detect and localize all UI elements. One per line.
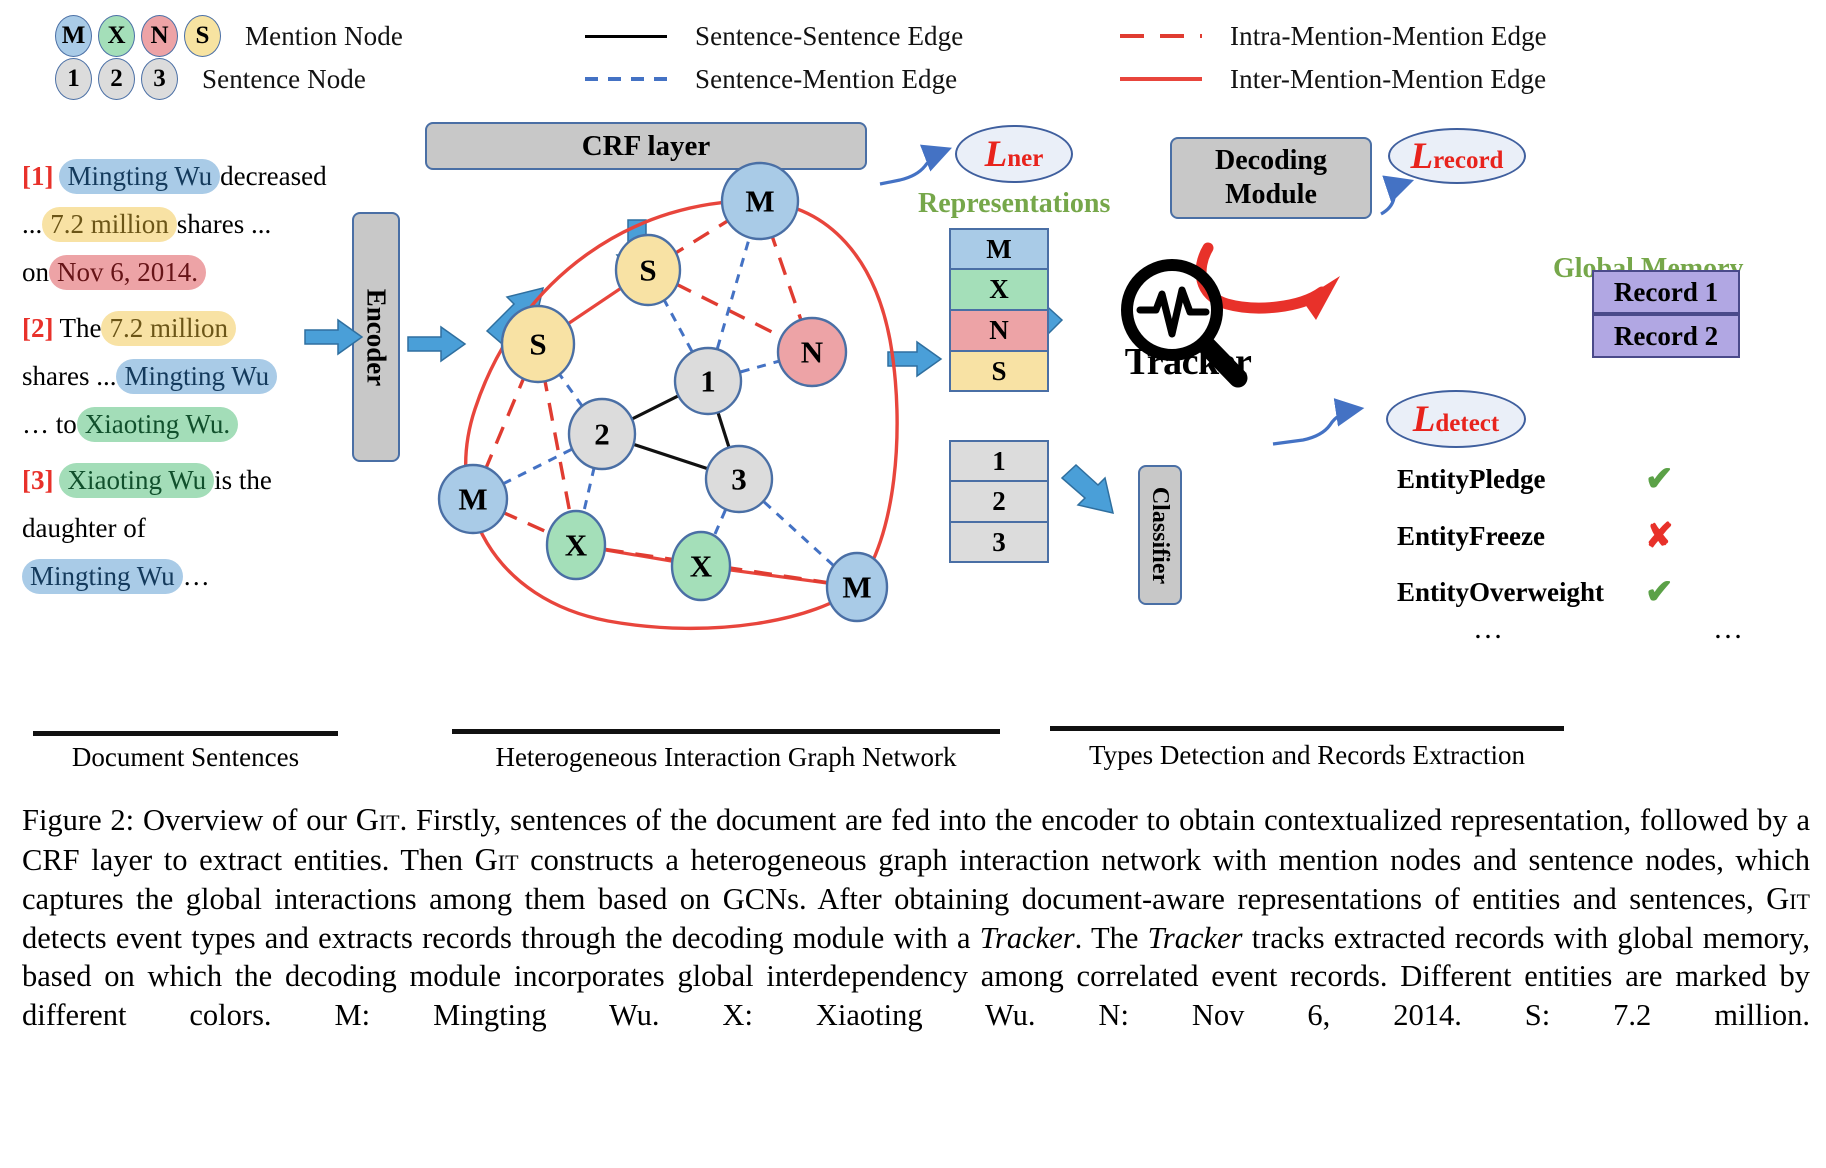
representations-stack: M X N S (949, 228, 1049, 392)
graph-node-sentence-3[interactable]: 3 (704, 444, 774, 514)
graph-node-X-mid[interactable]: X (670, 530, 732, 602)
ellipsis-left: … (1473, 612, 1503, 645)
caption-git-3: Git (1766, 880, 1810, 916)
record-1[interactable]: Record 1 (1592, 270, 1740, 314)
graph-node-M-right[interactable]: M (825, 551, 889, 623)
sentence-cell-1: 1 (949, 440, 1049, 481)
loss-ner-label: Lner (984, 133, 1044, 175)
section-label-detection: Types Detection and Records Extraction (1089, 740, 1525, 770)
graph-node-sentence-1[interactable]: 1 (673, 346, 743, 416)
loss-ner-ellipse: Lner (955, 125, 1073, 183)
event-type-row-entityfreeze: EntityFreeze ✘ (1397, 518, 1757, 555)
representation-cell-m: M (949, 228, 1049, 269)
section-label-document: Document Sentences (71, 742, 300, 772)
caption-tracker-1: Tracker (979, 920, 1075, 955)
representations-label: Representations (918, 188, 1111, 219)
loss-record-ellipse: Lrecord (1388, 128, 1526, 184)
event-type-row-entitypledge: EntityPledge ✔ (1397, 461, 1757, 498)
check-icon: ✔ (1645, 461, 1674, 498)
event-type-row-entityoverweight: EntityOverweight ✔ (1397, 574, 1757, 611)
graph-node-X-left[interactable]: X (545, 509, 607, 581)
caption-part-4: . The (1074, 920, 1148, 955)
graph-node-S-upper[interactable]: S (614, 233, 682, 307)
event-type-ellipsis-row: … … (1397, 612, 1757, 646)
graph-node-label: 3 (731, 462, 747, 497)
decoding-module-label: Decoding Module (1215, 145, 1327, 210)
section-label-graph: Heterogeneous Interaction Graph Network (495, 742, 957, 772)
graph-node-label: M (458, 482, 487, 517)
event-type-name: EntityOverweight (1397, 576, 1604, 607)
sentence-cell-2: 2 (949, 481, 1049, 522)
loss-detect-label: Ldetect (1412, 398, 1500, 440)
event-type-name: EntityFreeze (1397, 520, 1545, 551)
graph-node-label: S (529, 327, 546, 362)
check-icon: ✔ (1645, 574, 1674, 611)
caption-prefix: Figure 2: Overview of our (22, 803, 356, 837)
graph-node-label: X (690, 549, 713, 584)
graph-node-label: 1 (700, 364, 716, 399)
event-type-name: EntityPledge (1397, 463, 1546, 494)
graph-node-N[interactable]: N (776, 316, 848, 388)
caption-tracker-2: Tracker (1147, 920, 1243, 955)
record-2[interactable]: Record 2 (1592, 314, 1740, 358)
tracker-label: Tracker (1124, 341, 1252, 383)
section-rule-graph (452, 729, 1000, 734)
graph-node-M-left[interactable]: M (437, 463, 509, 535)
representation-cell-s: S (949, 351, 1049, 392)
section-rule-document (33, 731, 338, 736)
representation-cell-n: N (949, 310, 1049, 351)
caption-part-3: detects event types and extracts records… (22, 920, 980, 955)
sentence-cell-3: 3 (949, 522, 1049, 563)
loss-record-label: Lrecord (1410, 135, 1504, 177)
graph-node-sentence-2[interactable]: 2 (567, 397, 637, 471)
graph-node-label: 2 (594, 417, 610, 452)
caption-git-1: Git (355, 801, 400, 837)
loss-detect-ellipse: Ldetect (1386, 390, 1526, 448)
classifier-label: Classifier (1147, 486, 1174, 584)
ellipsis-right: … (1713, 612, 1743, 645)
graph-node-label: N (801, 335, 823, 370)
caption-git-2: Git (474, 840, 519, 877)
representation-cell-x: X (949, 269, 1049, 310)
decoding-module-box[interactable]: Decoding Module (1170, 137, 1372, 219)
figure-root: M X N S Mention Node 1 2 3 Sentence Node… (0, 0, 1826, 1168)
sentence-representations-stack: 1 2 3 (949, 440, 1049, 563)
figure-caption: Figure 2: Overview of our Git. Firstly, … (22, 800, 1810, 1034)
graph-node-label: M (745, 184, 774, 219)
cross-icon: ✘ (1645, 518, 1674, 555)
section-rule-detection (1050, 726, 1564, 731)
graph-node-label: S (639, 253, 656, 288)
classifier-box[interactable]: Classifier (1138, 465, 1182, 605)
graph-node-label: X (565, 528, 588, 563)
graph-node-S-left[interactable]: S (500, 304, 576, 384)
graph-node-label: M (842, 570, 871, 605)
graph-node-M-top[interactable]: M (720, 161, 800, 241)
